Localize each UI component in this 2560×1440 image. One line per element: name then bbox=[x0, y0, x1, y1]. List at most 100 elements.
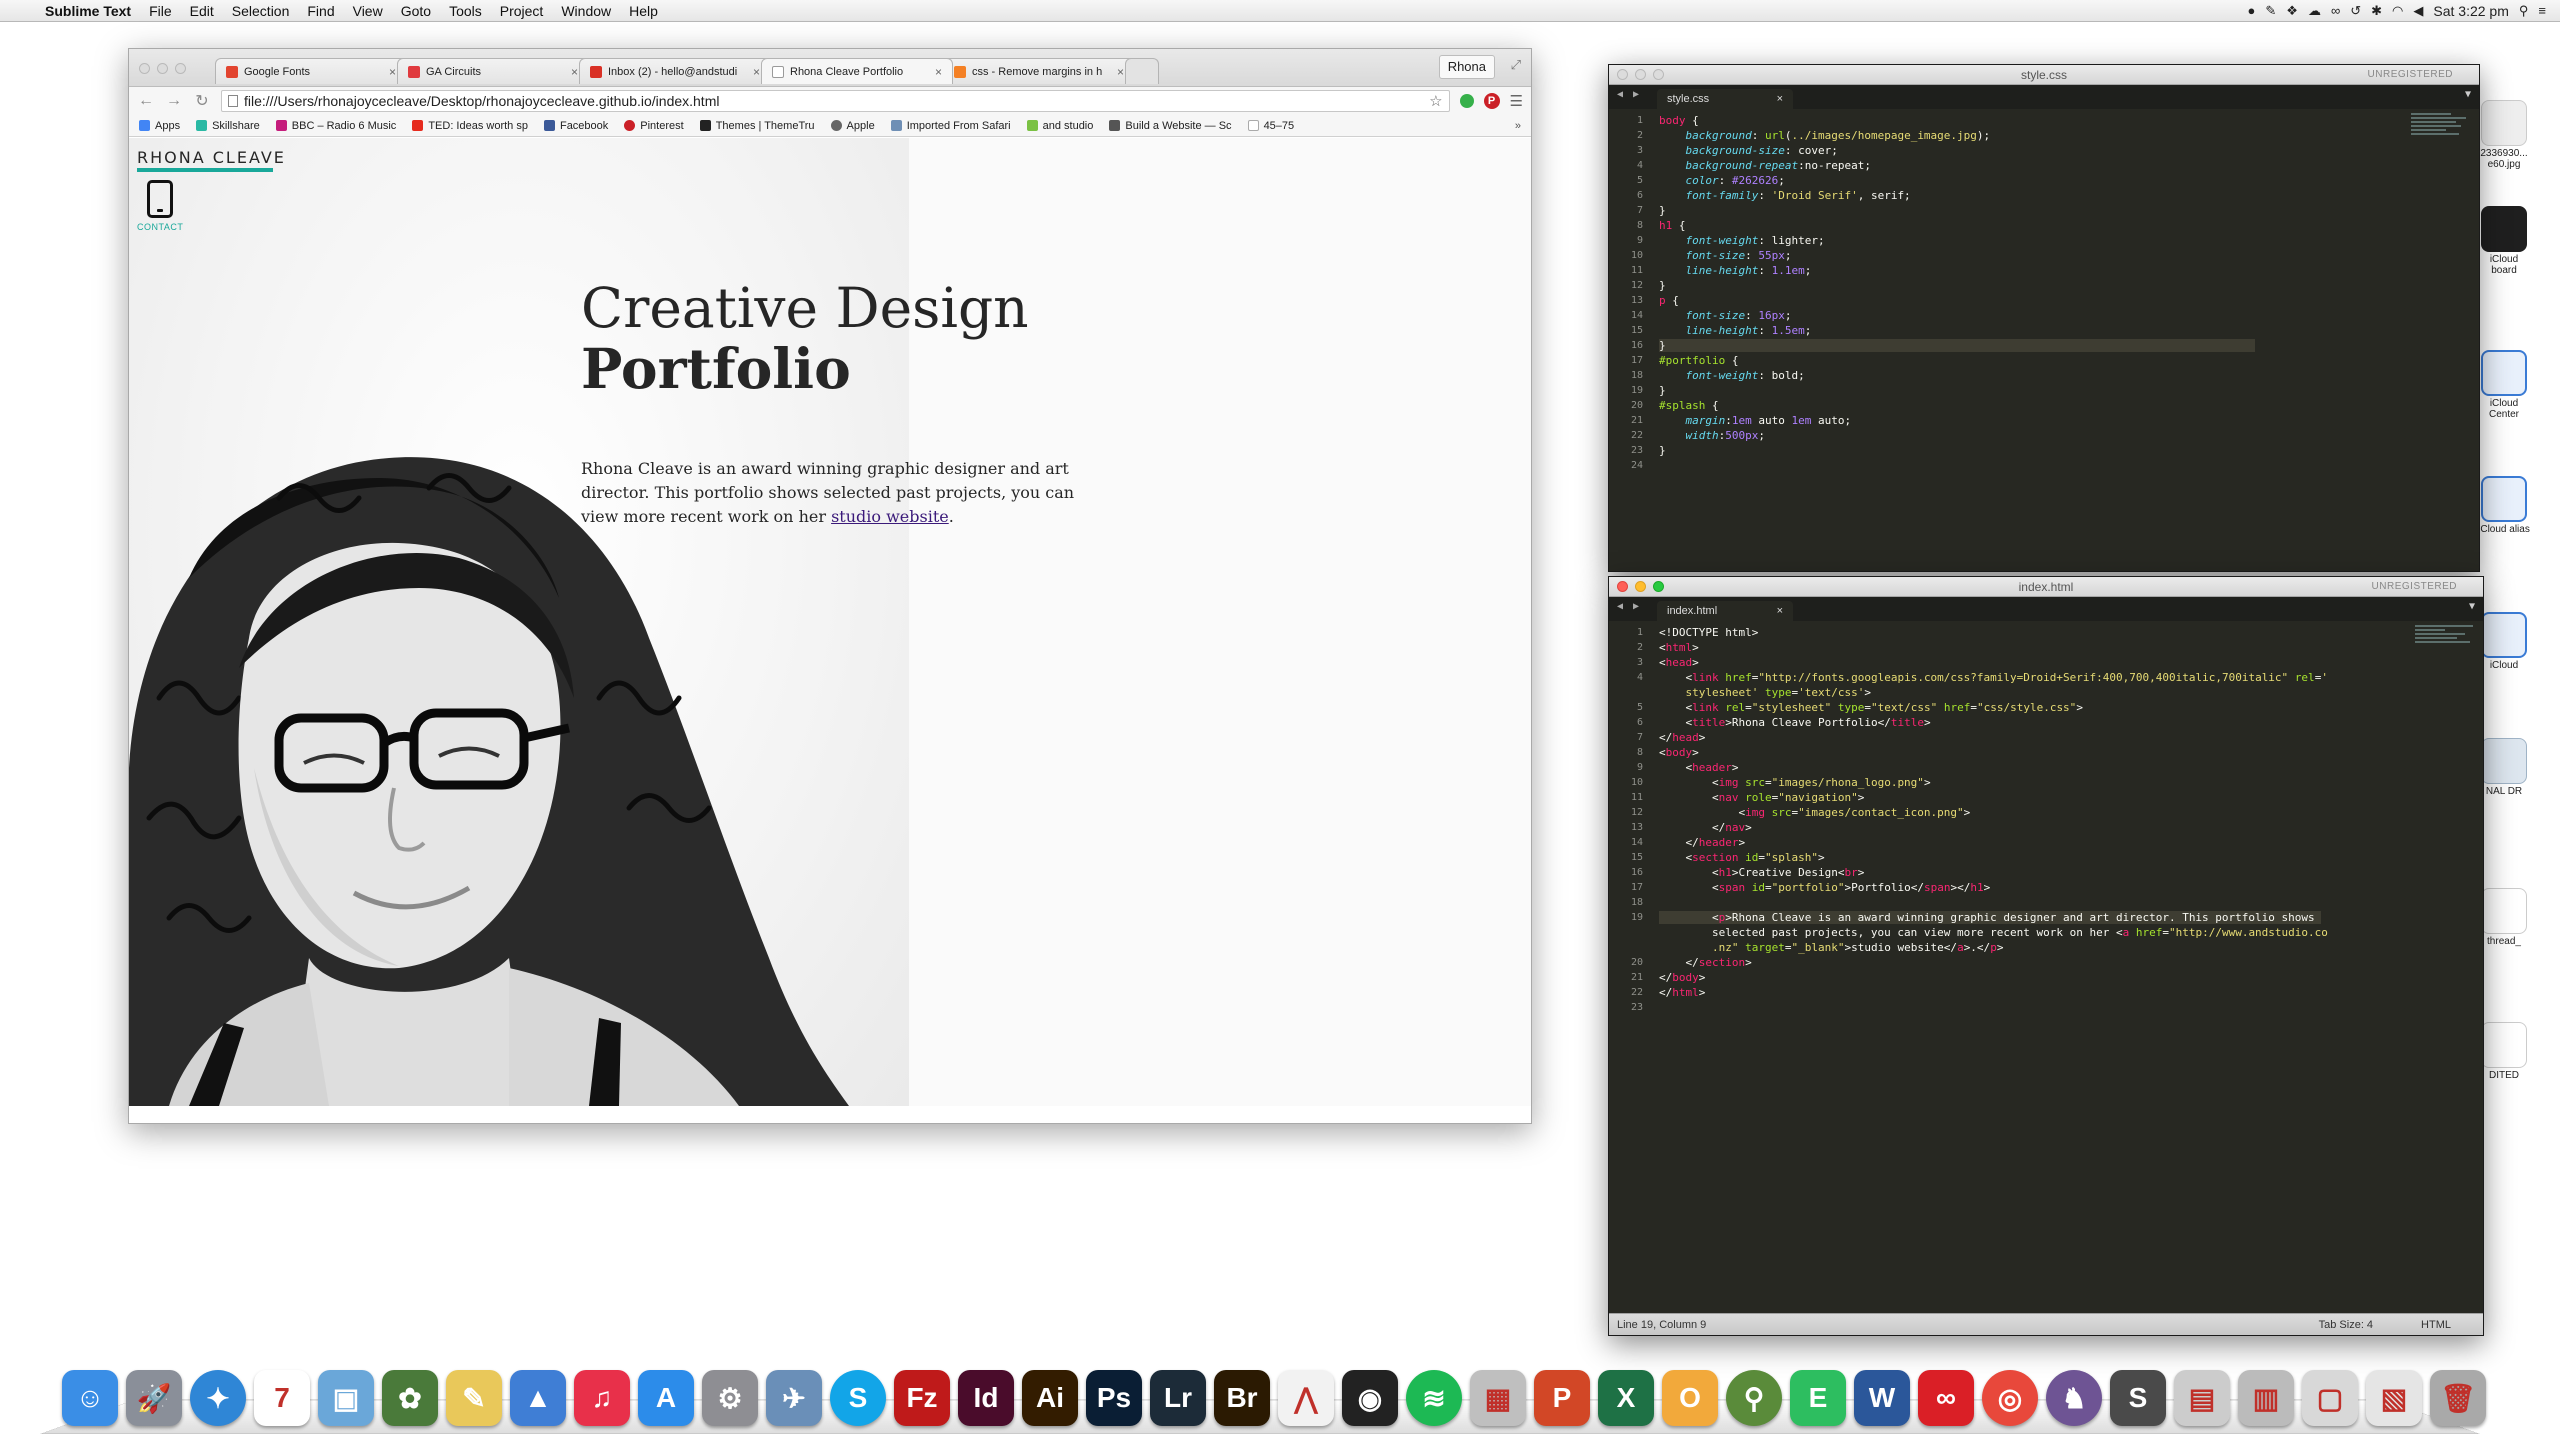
volume-icon[interactable]: ◀ bbox=[2413, 3, 2423, 19]
editor-body[interactable]: 1 2 3 4 5 6 7 8 9 10 11 12 13 14 15 16 1… bbox=[1609, 621, 2483, 1015]
desktop-icloud-center[interactable]: iCloud Center bbox=[2478, 350, 2530, 420]
code-minimap[interactable] bbox=[2415, 625, 2475, 665]
wifi-icon[interactable]: ◠ bbox=[2392, 3, 2403, 19]
close-window-button[interactable] bbox=[1617, 581, 1628, 592]
bookmark-pinterest[interactable]: Pinterest bbox=[624, 120, 684, 132]
phone-contact-icon[interactable] bbox=[147, 180, 173, 218]
tab-size-selector[interactable]: Tab Size: 4 bbox=[2319, 1319, 2373, 1331]
bookmark-45-75[interactable]: 45–75 bbox=[1247, 120, 1294, 132]
zoom-window-button[interactable] bbox=[1653, 581, 1664, 592]
menu-app-name[interactable]: Sublime Text bbox=[36, 0, 140, 22]
desktop-final-dr[interactable]: NAL DR bbox=[2478, 738, 2530, 797]
bookmark-skillshare[interactable]: Skillshare bbox=[196, 120, 260, 132]
minimize-window-button[interactable] bbox=[1635, 581, 1646, 592]
tab-nav-arrows-icon[interactable]: ◀ ▶ bbox=[1617, 601, 1641, 612]
close-tab-icon[interactable]: × bbox=[935, 65, 942, 79]
dock-documents-icon[interactable]: ▥ bbox=[2238, 1370, 2294, 1426]
dock-launchpad-icon[interactable]: 🚀 bbox=[126, 1370, 182, 1426]
dock-pdf-stack-icon[interactable]: ▧ bbox=[2366, 1370, 2422, 1426]
site-logo[interactable]: RHONA CLEAVE bbox=[137, 148, 286, 167]
studio-website-link[interactable]: studio website bbox=[831, 507, 949, 526]
new-tab-button[interactable] bbox=[1125, 58, 1159, 84]
notification-center-icon[interactable]: ≡ bbox=[2538, 3, 2546, 18]
tab-google-fonts[interactable]: Google Fonts × bbox=[215, 58, 407, 84]
menu-help[interactable]: Help bbox=[620, 0, 667, 22]
dock-desktop-stack-icon[interactable]: ▢ bbox=[2302, 1370, 2358, 1426]
page-info-icon[interactable] bbox=[228, 95, 238, 107]
forward-arrow-icon[interactable]: → bbox=[165, 92, 183, 110]
time-machine-icon[interactable]: ↺ bbox=[2350, 3, 2361, 19]
zoom-window-button[interactable] bbox=[175, 63, 186, 74]
notification-icon[interactable]: ● bbox=[2248, 3, 2256, 18]
close-tab-icon[interactable]: × bbox=[571, 65, 578, 79]
close-tab-icon[interactable]: × bbox=[753, 65, 760, 79]
dock-iphoto-icon[interactable]: ✿ bbox=[382, 1370, 438, 1426]
dock-illustrator-icon[interactable]: Ai bbox=[1022, 1370, 1078, 1426]
bookmark-build-a-website[interactable]: Build a Website — Sc bbox=[1109, 120, 1232, 132]
tab-rhona-cleave-portfolio[interactable]: Rhona Cleave Portfolio × bbox=[761, 58, 953, 84]
dock-directory-utility-icon[interactable]: ✈ bbox=[766, 1370, 822, 1426]
tab-ga-circuits[interactable]: GA Circuits × bbox=[397, 58, 589, 84]
bookmark-apple[interactable]: Apple bbox=[830, 120, 875, 132]
dock-trash-icon[interactable]: 🗑 bbox=[2430, 1370, 2486, 1426]
dock-powerpoint-icon[interactable]: P bbox=[1534, 1370, 1590, 1426]
menu-selection[interactable]: Selection bbox=[223, 0, 299, 22]
creative-cloud-icon[interactable]: ∞ bbox=[2331, 3, 2340, 18]
tab-dropdown-icon[interactable]: ▼ bbox=[2469, 601, 2475, 612]
dock-spotify-icon[interactable]: ≋ bbox=[1406, 1370, 1462, 1426]
dock-notes-icon[interactable]: ✎ bbox=[446, 1370, 502, 1426]
dock-app-store-icon[interactable]: A bbox=[638, 1370, 694, 1426]
dock-excel-icon[interactable]: X bbox=[1598, 1370, 1654, 1426]
dock-system-preferences-icon[interactable]: ⚙ bbox=[702, 1370, 758, 1426]
dock-itunes-icon[interactable]: ♫ bbox=[574, 1370, 630, 1426]
tab-stackoverflow[interactable]: css - Remove margins in h × bbox=[943, 58, 1135, 84]
address-bar[interactable]: file:///Users/rhonajoycecleave/Desktop/r… bbox=[221, 90, 1450, 112]
menu-view[interactable]: View bbox=[344, 0, 392, 22]
clock[interactable]: Sat 3:22 pm bbox=[2433, 3, 2509, 19]
dock-filezilla-icon[interactable]: Fz bbox=[894, 1370, 950, 1426]
dock-keynote-icon[interactable]: ▲ bbox=[510, 1370, 566, 1426]
dock-indesign-icon[interactable]: Id bbox=[958, 1370, 1014, 1426]
code-area-css[interactable]: body { background: url(../images/homepag… bbox=[1649, 109, 2479, 473]
bookmark-star-icon[interactable]: ☆ bbox=[1429, 92, 1442, 110]
code-area-html[interactable]: <!DOCTYPE html> <html> <head> <link href… bbox=[1649, 621, 2483, 1015]
bookmark-imported-from-safari[interactable]: Imported From Safari bbox=[890, 120, 1011, 132]
dock-calendar-icon[interactable]: 7 bbox=[254, 1370, 310, 1426]
profile-button[interactable]: Rhona bbox=[1438, 55, 1495, 79]
menu-find[interactable]: Find bbox=[298, 0, 343, 22]
cloud-icon[interactable]: ☁ bbox=[2308, 3, 2321, 19]
menu-edit[interactable]: Edit bbox=[181, 0, 223, 22]
dock-creative-cloud-icon[interactable]: ∞ bbox=[1918, 1370, 1974, 1426]
dock-sublime-text-icon[interactable]: S bbox=[2110, 1370, 2166, 1426]
tab-inbox[interactable]: Inbox (2) - hello@andstudi × bbox=[579, 58, 771, 84]
dock-quicktime-icon[interactable]: ◉ bbox=[1342, 1370, 1398, 1426]
bookmark-themes[interactable]: Themes | ThemeTru bbox=[699, 120, 815, 132]
dock-downloads-icon[interactable]: ▤ bbox=[2174, 1370, 2230, 1426]
close-tab-icon[interactable]: × bbox=[389, 65, 396, 79]
dock-evernote-icon[interactable]: E bbox=[1790, 1370, 1846, 1426]
bluetooth-icon[interactable]: ✱ bbox=[2371, 3, 2382, 19]
dock-network-icon[interactable]: ⚲ bbox=[1726, 1370, 1782, 1426]
zoom-window-button[interactable] bbox=[1653, 69, 1664, 80]
dock-safari-icon[interactable]: ✦ bbox=[190, 1370, 246, 1426]
minimize-window-button[interactable] bbox=[157, 63, 168, 74]
desktop-file-jpg[interactable]: 2336930... e60.jpg bbox=[2478, 100, 2530, 170]
chrome-menu-icon[interactable]: ☰ bbox=[1510, 92, 1523, 110]
desktop-thread[interactable]: thread_ bbox=[2478, 888, 2530, 947]
menu-project[interactable]: Project bbox=[491, 0, 553, 22]
minimize-window-button[interactable] bbox=[1635, 69, 1646, 80]
back-arrow-icon[interactable]: ← bbox=[137, 92, 155, 110]
dock-calculator-icon[interactable]: ▦ bbox=[1470, 1370, 1526, 1426]
desktop-icloud-board[interactable]: iCloud board bbox=[2478, 206, 2530, 276]
fullscreen-icon[interactable]: ⤢ bbox=[1511, 57, 1521, 73]
close-window-button[interactable] bbox=[139, 63, 150, 74]
dock-chrome-icon[interactable]: ◎ bbox=[1982, 1370, 2038, 1426]
extension-green-icon[interactable] bbox=[1459, 94, 1474, 108]
pinterest-extension-icon[interactable]: P bbox=[1483, 93, 1500, 109]
editor-tab-style-css[interactable]: style.css × bbox=[1657, 89, 1793, 109]
url-text[interactable]: file:///Users/rhonajoycecleave/Desktop/r… bbox=[244, 93, 1423, 109]
dock-lightroom-icon[interactable]: Lr bbox=[1150, 1370, 1206, 1426]
close-tab-icon[interactable]: × bbox=[1117, 65, 1124, 79]
desktop-icloud-alias[interactable]: iCloud alias bbox=[2478, 476, 2530, 535]
reload-icon[interactable]: ↻ bbox=[193, 91, 211, 111]
